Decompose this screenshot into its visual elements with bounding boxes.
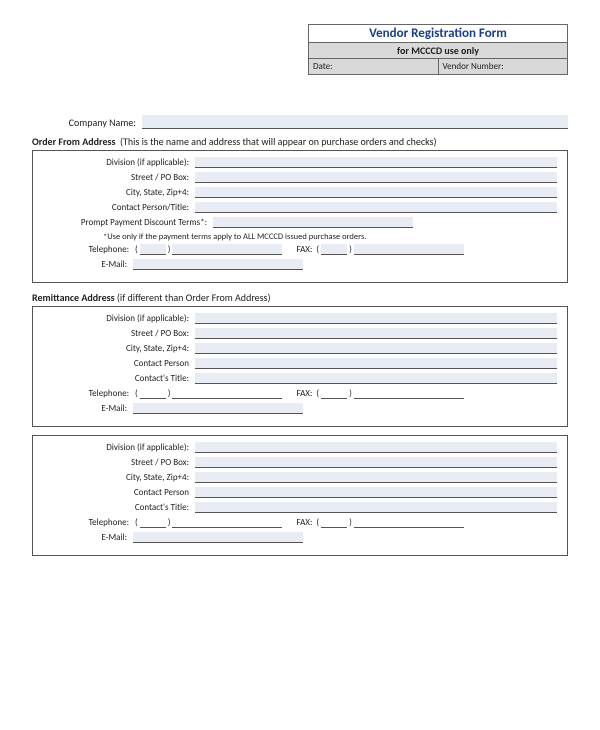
section1-box: Division (if applicable): Street / PO Bo… — [32, 150, 568, 283]
s3-tel-area[interactable] — [140, 517, 166, 528]
s1-fax-label: FAX: — [282, 244, 314, 255]
header-box: Vendor Registration Form for MCCCD use o… — [308, 24, 568, 75]
company-name-row: Company Name: — [32, 115, 568, 129]
s1-tel-area[interactable] — [140, 244, 166, 255]
s3-tel-num[interactable] — [172, 517, 282, 528]
s2-fax-area[interactable] — [321, 388, 347, 399]
s1-city-field[interactable] — [195, 187, 557, 198]
s3-contact-person-field[interactable] — [195, 487, 557, 498]
s1-street-label: Street / PO Box: — [33, 172, 195, 183]
s2-division-label: Division (if applicable): — [33, 313, 195, 324]
s3-division-label: Division (if applicable): — [33, 442, 195, 453]
company-name-field[interactable] — [142, 115, 568, 129]
s2-tel-num[interactable] — [172, 388, 282, 399]
s2-contact-person-label: Contact Person — [33, 358, 195, 369]
s3-email-field[interactable] — [133, 532, 303, 543]
s2-contact-person-field[interactable] — [195, 358, 557, 369]
s2-fax-label: FAX: — [282, 388, 314, 399]
s1-fax-area[interactable] — [321, 244, 347, 255]
s1-division-label: Division (if applicable): — [33, 157, 195, 168]
section1-note: (This is the name and address that will … — [120, 135, 437, 148]
s2-street-field[interactable] — [195, 328, 557, 339]
s3-telephone-label: Telephone: — [33, 517, 133, 528]
section1-title: Order From Address (This is the name and… — [32, 135, 568, 148]
s3-fax-num[interactable] — [354, 517, 464, 528]
date-label: Date: — [313, 61, 333, 72]
form-title: Vendor Registration Form — [309, 25, 567, 43]
section2-title: Remittance Address (if different than Or… — [32, 291, 568, 304]
s3-city-label: City, State, Zip+4: — [33, 472, 195, 483]
s1-phone-row: Telephone: () FAX: () — [33, 244, 557, 255]
s1-terms-field[interactable] — [213, 217, 413, 228]
s1-email-label: E-Mail: — [33, 259, 133, 270]
company-name-label: Company Name: — [32, 116, 142, 129]
s2-contact-title-field[interactable] — [195, 373, 557, 384]
s2-email-field[interactable] — [133, 403, 303, 414]
s3-fax-area[interactable] — [321, 517, 347, 528]
s2-email-label: E-Mail: — [33, 403, 133, 414]
s2-tel-area[interactable] — [140, 388, 166, 399]
header-row: Date: Vendor Number: — [309, 59, 567, 74]
s3-division-field[interactable] — [195, 442, 557, 453]
s3-phone-row: Telephone: () FAX: () — [33, 517, 557, 528]
s1-email-field[interactable] — [133, 259, 303, 270]
s2-fax-num[interactable] — [354, 388, 464, 399]
s3-street-field[interactable] — [195, 457, 557, 468]
s2-phone-row: Telephone: () FAX: () — [33, 388, 557, 399]
s1-terms-label: Prompt Payment Discount Terms*: — [33, 217, 213, 228]
vendor-number-label: Vendor Number: — [443, 61, 504, 72]
s3-contact-person-label: Contact Person — [33, 487, 195, 498]
s3-city-field[interactable] — [195, 472, 557, 483]
s2-city-field[interactable] — [195, 343, 557, 354]
s3-contact-title-label: Contact's Title: — [33, 502, 195, 513]
s3-street-label: Street / PO Box: — [33, 457, 195, 468]
s1-city-label: City, State, Zip+4: — [33, 187, 195, 198]
section2-note: (if different than Order From Address) — [117, 291, 271, 304]
s2-city-label: City, State, Zip+4: — [33, 343, 195, 354]
s1-contact-label: Contact Person/Title: — [33, 202, 195, 213]
s1-contact-field[interactable] — [195, 202, 557, 213]
section3-box: Division (if applicable): Street / PO Bo… — [32, 435, 568, 556]
s1-terms-note: *Use only if the payment terms apply to … — [103, 232, 557, 242]
s1-street-field[interactable] — [195, 172, 557, 183]
s2-contact-title-label: Contact's Title: — [33, 373, 195, 384]
s3-email-label: E-Mail: — [33, 532, 133, 543]
form-subtitle: for MCCCD use only — [309, 43, 567, 59]
s3-contact-title-field[interactable] — [195, 502, 557, 513]
s1-division-field[interactable] — [195, 157, 557, 168]
section2-box: Division (if applicable): Street / PO Bo… — [32, 306, 568, 427]
s1-telephone-label: Telephone: — [33, 244, 133, 255]
s3-fax-label: FAX: — [282, 517, 314, 528]
s1-tel-num[interactable] — [172, 244, 282, 255]
s2-street-label: Street / PO Box: — [33, 328, 195, 339]
s2-division-field[interactable] — [195, 313, 557, 324]
s1-fax-num[interactable] — [354, 244, 464, 255]
s2-telephone-label: Telephone: — [33, 388, 133, 399]
